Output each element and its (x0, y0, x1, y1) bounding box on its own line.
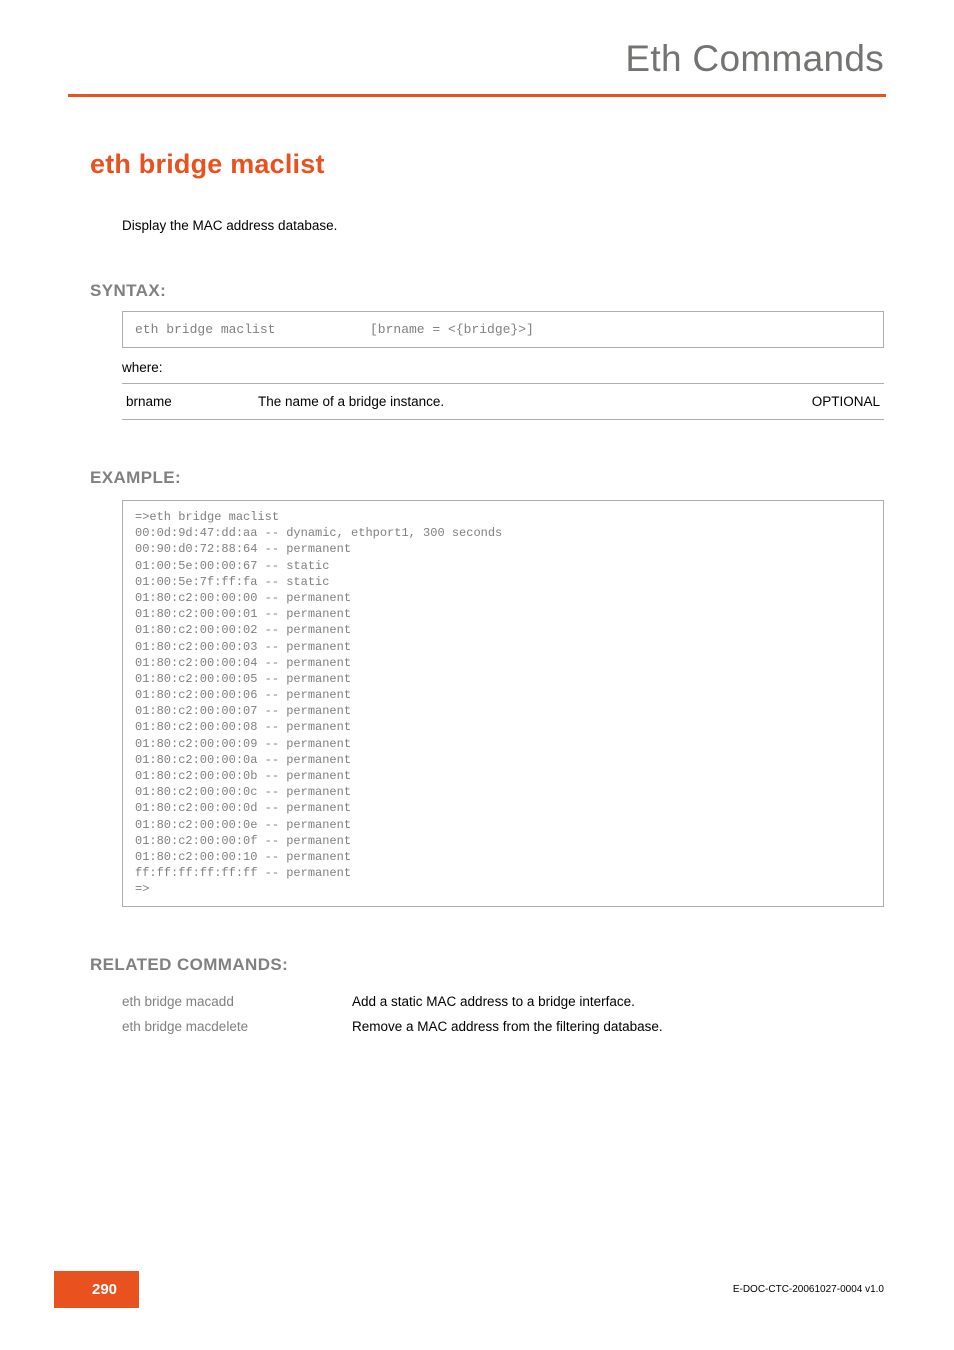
syntax-box: eth bridge maclist [brname = <{bridge}>] (122, 311, 884, 348)
footer: 290 E-DOC-CTC-20061027-0004 v1.0 (0, 1271, 954, 1308)
where-label: where: (122, 360, 884, 375)
related-cmd: eth bridge macadd (122, 994, 352, 1009)
related-row: eth bridge macdelete Remove a MAC addres… (122, 1014, 884, 1039)
related-row: eth bridge macadd Add a static MAC addre… (122, 989, 884, 1014)
example-heading: EXAMPLE: (90, 468, 884, 488)
page-number: 290 (54, 1271, 139, 1308)
example-box: =>eth bridge maclist 00:0d:9d:47:dd:aa -… (122, 500, 884, 907)
command-description: Display the MAC address database. (122, 218, 884, 233)
syntax-args: [brname = <{bridge}>] (370, 322, 534, 337)
syntax-command: eth bridge maclist (135, 322, 370, 337)
param-name: brname (126, 394, 258, 409)
param-row: brname The name of a bridge instance. OP… (122, 384, 884, 419)
syntax-heading: SYNTAX: (90, 281, 884, 301)
param-desc: The name of a bridge instance. (258, 394, 790, 409)
param-optional: OPTIONAL (790, 394, 880, 409)
related-table: eth bridge macadd Add a static MAC addre… (122, 989, 884, 1039)
related-desc: Remove a MAC address from the filtering … (352, 1019, 884, 1034)
chapter-title: Eth Commands (0, 38, 954, 80)
related-cmd: eth bridge macdelete (122, 1019, 352, 1034)
related-heading: RELATED COMMANDS: (90, 955, 884, 975)
param-table: brname The name of a bridge instance. OP… (122, 383, 884, 420)
document-id: E-DOC-CTC-20061027-0004 v1.0 (733, 1284, 884, 1295)
related-desc: Add a static MAC address to a bridge int… (352, 994, 884, 1009)
command-title: eth bridge maclist (90, 149, 884, 180)
